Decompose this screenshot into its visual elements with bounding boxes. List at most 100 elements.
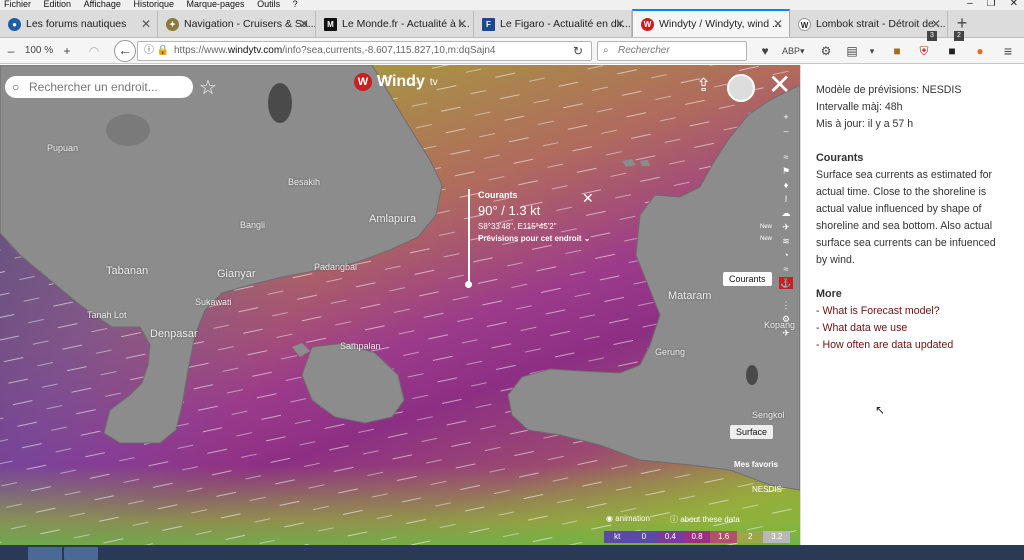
about-data-link[interactable]: ⓘ about these data bbox=[670, 514, 740, 525]
thermometer-icon[interactable]: ǀ bbox=[779, 193, 793, 205]
menu-edition[interactable]: Edition bbox=[44, 0, 72, 9]
pocket-icon[interactable]: ♥ bbox=[756, 38, 774, 64]
badge-count: 3 bbox=[927, 31, 937, 41]
tab-title: Windyty / Windyty, wind ... bbox=[659, 18, 781, 30]
tab-le-figaro[interactable]: F Le Figaro - Actualité en dir... ✕ bbox=[474, 11, 632, 37]
clipboard-icon[interactable]: ▤ bbox=[844, 38, 860, 64]
interval-line: Intervalle màj: 48h bbox=[816, 101, 903, 113]
zoom-level[interactable]: 100 % bbox=[24, 38, 54, 64]
tab-navigation-cruisers[interactable]: ✦ Navigation - Cruisers & Sa... ✕ bbox=[158, 11, 316, 37]
tab-forums-nautiques[interactable]: ● Les forums nautiques ✕ bbox=[0, 11, 158, 37]
place-label: Tanah Lot bbox=[87, 310, 127, 320]
search-icon: ○ bbox=[12, 80, 20, 94]
user-avatar[interactable] bbox=[727, 74, 755, 102]
le-monde-favicon-icon: M bbox=[324, 18, 337, 31]
place-label: Pupuan bbox=[47, 143, 79, 153]
tab-title: Les forums nautiques bbox=[26, 18, 127, 30]
close-tab-icon[interactable]: ✕ bbox=[931, 17, 941, 31]
plane-icon[interactable]: ✈ bbox=[779, 221, 793, 233]
taskbar-app-button[interactable] bbox=[28, 547, 62, 560]
legend-value: 0.8 bbox=[683, 531, 711, 543]
map-search-input[interactable]: ○ Rechercher un endroit... bbox=[5, 76, 193, 98]
surface-level-button[interactable]: Surface bbox=[730, 425, 774, 439]
close-window-button[interactable]: ✕ bbox=[1010, 0, 1018, 9]
popup-close-icon[interactable]: ✕ bbox=[582, 190, 594, 207]
zoom-out-icon[interactable]: – bbox=[779, 125, 793, 137]
browser-search-input[interactable]: ⌕ Rechercher bbox=[597, 41, 747, 61]
hamburger-menu-icon[interactable]: ≡ bbox=[1000, 38, 1016, 64]
close-tab-icon[interactable]: ✕ bbox=[299, 17, 309, 31]
close-tab-icon[interactable]: ✕ bbox=[773, 17, 783, 31]
ublock-icon[interactable]: ⛨ bbox=[915, 38, 933, 64]
adblock-icon[interactable]: ABP▾ bbox=[782, 38, 805, 64]
rss-icon[interactable]: ◠ bbox=[86, 38, 102, 64]
menu-help[interactable]: ? bbox=[293, 0, 298, 9]
tab-title: Lombok strait - Détroit de ... bbox=[816, 18, 946, 30]
close-icon[interactable]: ✕ bbox=[768, 71, 791, 99]
close-tab-icon[interactable]: ✕ bbox=[615, 17, 625, 31]
windy-map[interactable]: Pupuan Besakih Amlapura Bangli Tabanan G… bbox=[0, 65, 800, 545]
extension-icon-2[interactable]: ■ bbox=[944, 38, 960, 64]
menu-affichage[interactable]: Affichage bbox=[84, 0, 121, 9]
forecast-model-link[interactable]: - What is Forecast model? bbox=[816, 303, 1009, 320]
bookmark-icon[interactable]: ■ bbox=[890, 38, 904, 64]
wikipedia-favicon-icon: W bbox=[798, 18, 811, 31]
minimize-button[interactable]: – bbox=[967, 0, 973, 9]
menu-marque-pages[interactable]: Marque-pages bbox=[187, 0, 245, 9]
close-tab-icon[interactable]: ✕ bbox=[141, 17, 151, 31]
url-prefix: https://www. bbox=[174, 45, 228, 56]
site-info-lock-icon[interactable]: ⓘ 🔒 bbox=[144, 42, 169, 60]
map-search-placeholder: Rechercher un endroit... bbox=[29, 80, 158, 94]
swell-icon[interactable]: ≈ bbox=[779, 263, 793, 275]
extension-icon[interactable]: ⚙ bbox=[818, 38, 834, 64]
restore-button[interactable]: ❐ bbox=[987, 0, 996, 9]
wind-icon[interactable]: ≈ bbox=[779, 151, 793, 163]
reload-icon[interactable]: ↻ bbox=[570, 38, 586, 64]
tab-windyty[interactable]: W Windyty / Windyty, wind ... ✕ bbox=[632, 9, 790, 37]
cloud-icon[interactable]: ☁ bbox=[779, 207, 793, 219]
mountain-area bbox=[106, 114, 150, 146]
animation-toggle[interactable]: ◉ animation bbox=[606, 514, 650, 523]
currents-description: Surface sea currents as estimated for ac… bbox=[816, 169, 996, 266]
zoom-in-icon[interactable]: + bbox=[779, 111, 793, 123]
place-label: Sampalan bbox=[340, 341, 381, 351]
legend-unit: kt bbox=[604, 531, 631, 543]
badge-count: 2 bbox=[954, 31, 964, 41]
lake-batur bbox=[268, 83, 292, 123]
close-tab-icon[interactable]: ✕ bbox=[457, 17, 467, 31]
tab-lombok-strait[interactable]: W Lombok strait - Détroit de ... ✕ bbox=[790, 11, 948, 37]
place-label: Padangbai bbox=[314, 262, 358, 272]
update-frequency-link[interactable]: - How often are data updated bbox=[816, 337, 1009, 354]
tab-le-monde[interactable]: M Le Monde.fr - Actualité à l... ✕ bbox=[316, 11, 474, 37]
url-bar[interactable]: ⓘ 🔒 https://www.windytv.com/info?sea,cur… bbox=[137, 41, 592, 61]
rain-drop-icon[interactable]: ♦ bbox=[779, 179, 793, 191]
tab-title: Navigation - Cruisers & Sa... bbox=[184, 18, 316, 30]
zoom-out-button[interactable]: – bbox=[4, 38, 18, 64]
forum-favicon-icon: ● bbox=[8, 18, 21, 31]
flag-icon[interactable]: ⚑ bbox=[779, 165, 793, 177]
legend-value: 0.4 bbox=[657, 531, 684, 543]
back-button[interactable]: ← bbox=[114, 40, 136, 62]
menu-historique[interactable]: Historique bbox=[133, 0, 174, 9]
menu-outils[interactable]: Outils bbox=[257, 0, 280, 9]
settings-icon[interactable]: ⚙ bbox=[779, 313, 793, 325]
data-sources-link[interactable]: - What data we use bbox=[816, 320, 1009, 337]
popup-forecast-link[interactable]: Prévisions pour cet endroit ⌄ bbox=[478, 234, 591, 243]
favorite-star-icon[interactable]: ☆ bbox=[199, 75, 217, 100]
location-marker[interactable] bbox=[465, 281, 472, 288]
more-dots-icon[interactable]: ⋮ bbox=[779, 299, 793, 311]
gauge-icon[interactable]: ◔ bbox=[779, 249, 793, 261]
plane-icon-2[interactable]: ✈ bbox=[779, 327, 793, 339]
windy-logo[interactable]: W Windy tv bbox=[354, 73, 438, 91]
currents-heading: Courants bbox=[816, 152, 864, 164]
cruisers-favicon-icon: ✦ bbox=[166, 18, 179, 31]
share-icon[interactable]: ⇪ bbox=[696, 75, 711, 96]
waves-icon[interactable]: ≋ bbox=[779, 235, 793, 247]
currents-icon[interactable]: ⚓ bbox=[779, 277, 793, 289]
firefox-icon[interactable]: ● bbox=[972, 38, 988, 64]
taskbar-app-button[interactable] bbox=[64, 547, 98, 560]
favorites-link[interactable]: Mes favoris bbox=[734, 460, 778, 469]
zoom-in-button[interactable]: + bbox=[60, 38, 74, 64]
menu-fichier[interactable]: Fichier bbox=[4, 0, 31, 9]
dropdown-icon[interactable]: ▾ bbox=[866, 38, 878, 64]
